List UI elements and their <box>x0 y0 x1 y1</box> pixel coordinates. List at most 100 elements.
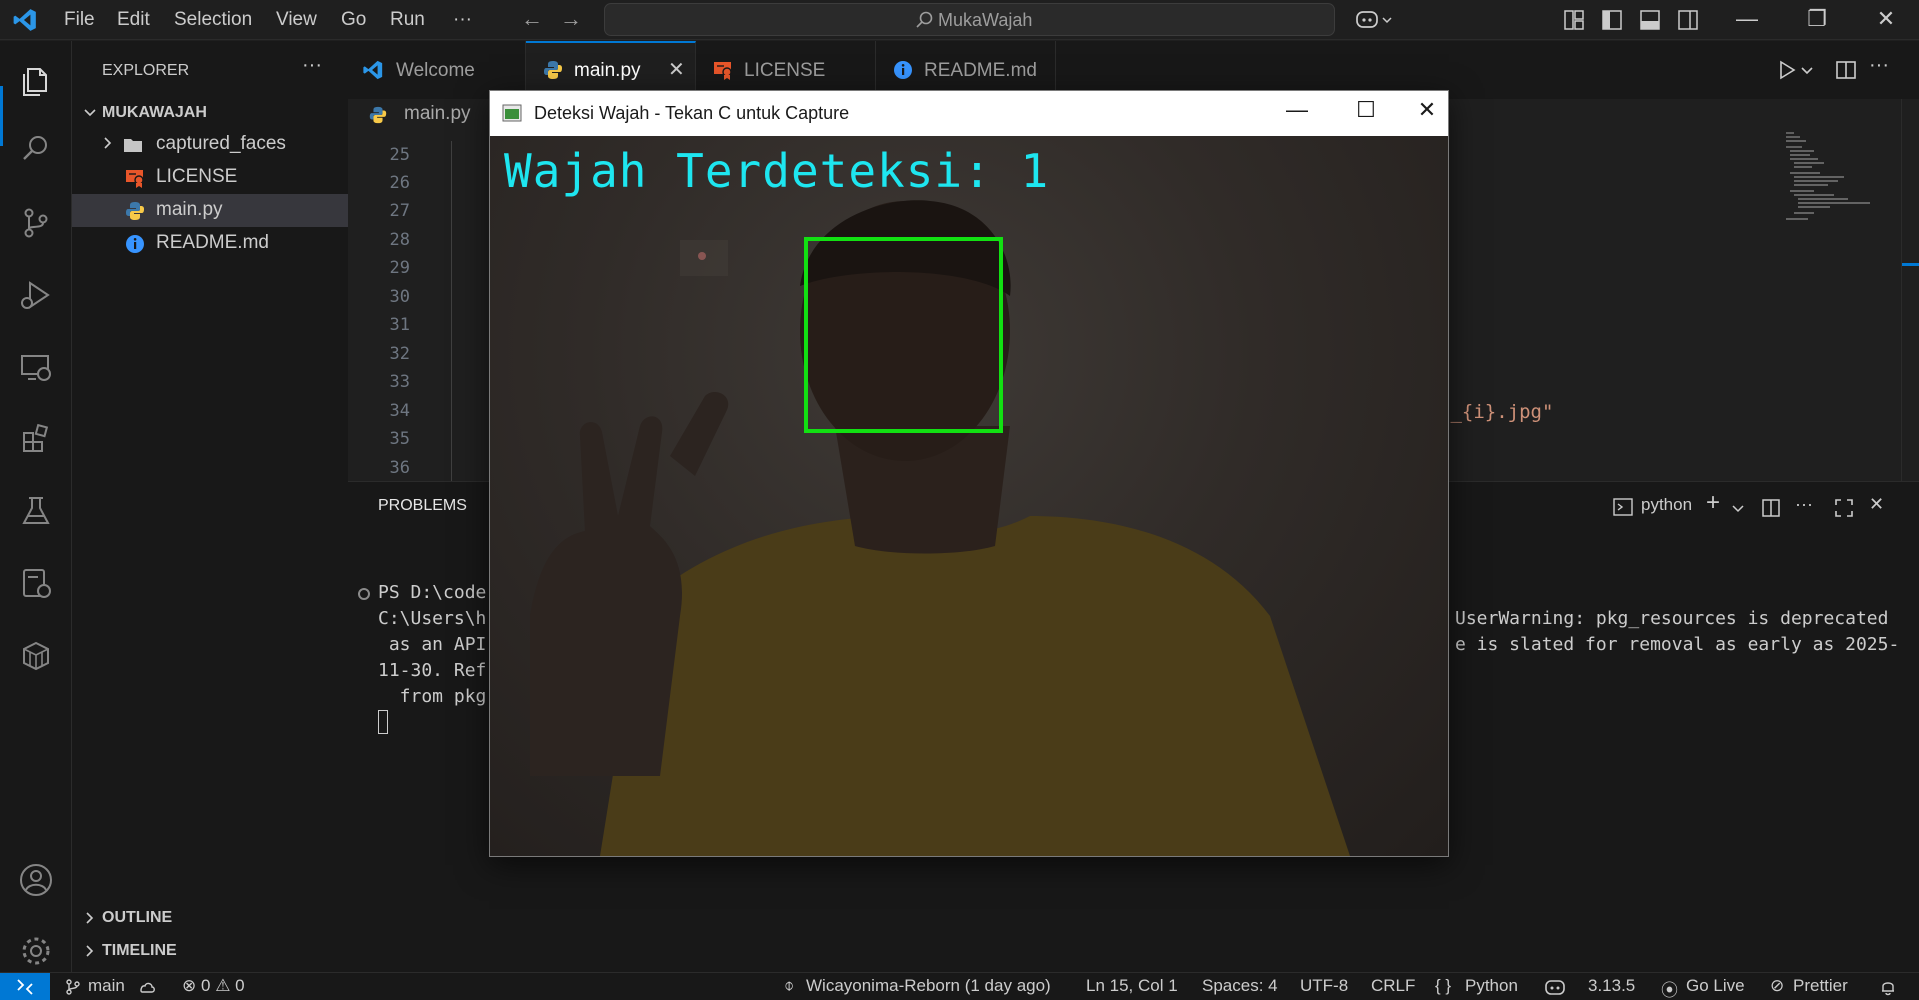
encoding[interactable]: UTF-8 <box>1300 976 1348 996</box>
close-window-icon[interactable]: ✕ <box>1864 6 1908 32</box>
activity-bar <box>0 41 72 972</box>
command-center-label: MukaWajah <box>938 10 1033 30</box>
line-number: 30 <box>389 287 410 307</box>
terminal-line: as an API <box>378 634 487 655</box>
customize-layout-icon[interactable] <box>1563 9 1585 31</box>
settings-gear-icon[interactable] <box>16 931 56 971</box>
git-blame[interactable]: Wicayonima-Reborn (1 day ago) <box>806 976 1051 996</box>
python-file-icon <box>544 61 562 79</box>
git-branch[interactable]: main <box>88 976 125 996</box>
terminal-line: UserWarning: pkg_resources is deprecated <box>1455 608 1889 629</box>
prettier-status[interactable]: Prettier <box>1793 976 1848 996</box>
explorer-more-button[interactable]: ··· <box>302 54 322 77</box>
close-panel-icon[interactable]: ✕ <box>1869 494 1884 515</box>
outline-section[interactable]: OUTLINE <box>72 902 348 935</box>
panel-more-icon[interactable]: ··· <box>1795 494 1813 515</box>
back-arrow-icon[interactable]: ← <box>521 6 543 32</box>
extensions-icon[interactable] <box>16 419 56 459</box>
chevron-right-icon <box>86 945 94 957</box>
tab-label: Welcome <box>396 60 475 81</box>
menu-go[interactable]: Go <box>341 9 366 31</box>
workspace-root[interactable]: MUKAWAJAH <box>72 97 348 130</box>
testing-icon[interactable] <box>16 491 56 531</box>
toggle-secondary-sidebar-icon[interactable] <box>1677 9 1699 31</box>
minimize-icon[interactable]: — <box>1725 6 1769 32</box>
source-control-icon[interactable] <box>16 203 56 243</box>
tree-item-label: README.md <box>156 232 269 253</box>
forward-arrow-icon[interactable]: → <box>560 6 582 32</box>
active-indicator <box>0 86 3 146</box>
toggle-panel-icon[interactable] <box>1639 9 1661 31</box>
menu-file[interactable]: File <box>64 9 95 31</box>
timeline-section[interactable]: TIMELINE <box>72 935 348 968</box>
tree-item-captured-faces[interactable]: captured_faces <box>72 128 348 161</box>
chevron-down-icon <box>84 109 96 117</box>
window-app-icon <box>502 104 522 122</box>
warning-icon: ⚠ <box>215 976 231 995</box>
indent-guide <box>451 141 452 481</box>
menu-run[interactable]: Run <box>390 9 425 31</box>
split-editor-icon[interactable] <box>1834 58 1858 82</box>
menu-selection[interactable]: Selection <box>174 9 252 31</box>
end-of-line[interactable]: CRLF <box>1371 976 1415 996</box>
info-icon <box>126 235 144 253</box>
editor-scrollbar[interactable] <box>1901 99 1919 481</box>
accounts-icon[interactable] <box>16 860 56 900</box>
face-detection-window[interactable]: Deteksi Wajah - Tekan C untuk Capture — … <box>489 90 1449 857</box>
tree-item-main-py[interactable]: main.py <box>72 194 348 227</box>
tab-problems[interactable]: PROBLEMS <box>378 497 467 515</box>
search-icon[interactable] <box>16 129 56 169</box>
remote-indicator[interactable] <box>0 973 50 1000</box>
chevron-down-icon[interactable] <box>1799 58 1815 82</box>
terminal-line: 11-30. Ref <box>378 660 487 681</box>
tree-item-license[interactable]: LICENSE <box>72 161 348 194</box>
tree-item-readme[interactable]: README.md <box>72 227 348 260</box>
minimap[interactable] <box>1784 129 1874 249</box>
python-version[interactable]: 3.13.5 <box>1588 976 1635 996</box>
copilot-status-icon[interactable] <box>1544 977 1566 997</box>
language-mode[interactable]: Python <box>1465 976 1518 996</box>
split-terminal-icon[interactable] <box>1760 497 1782 519</box>
explorer-icon[interactable] <box>16 61 56 101</box>
menu-more[interactable]: ··· <box>453 9 472 31</box>
webcam-frame: Wajah Terdeteksi: 1 <box>490 136 1448 856</box>
line-number: 33 <box>389 372 410 392</box>
editor-more-actions-icon[interactable]: ··· <box>1869 54 1889 77</box>
run-python-icon[interactable] <box>1775 58 1799 82</box>
toggle-primary-sidebar-icon[interactable] <box>1601 9 1623 31</box>
notifications-bell-icon[interactable] <box>1879 978 1897 996</box>
chevron-down-icon[interactable] <box>1731 502 1745 516</box>
cv-close-icon[interactable]: ✕ <box>1404 97 1450 123</box>
menu-view[interactable]: View <box>276 9 317 31</box>
terminal-name[interactable]: python <box>1641 495 1692 515</box>
terminal-line: C:\Users\h <box>378 608 487 629</box>
restore-icon[interactable]: ❐ <box>1795 6 1839 32</box>
cv-maximize-icon[interactable]: ☐ <box>1343 97 1389 123</box>
line-number: 27 <box>389 201 410 221</box>
command-center-search[interactable]: MukaWajah <box>604 3 1335 36</box>
run-debug-icon[interactable] <box>16 275 56 315</box>
prettier-icon: ⊘ <box>1770 976 1785 995</box>
cv-minimize-icon[interactable]: — <box>1274 97 1320 123</box>
breadcrumb-file[interactable]: main.py <box>404 103 471 125</box>
sync-cloud-icon[interactable] <box>137 978 157 996</box>
new-terminal-icon[interactable]: + <box>1706 489 1720 517</box>
remote-explorer-icon[interactable] <box>16 347 56 387</box>
outline-label: OUTLINE <box>102 909 173 926</box>
indentation[interactable]: Spaces: 4 <box>1202 976 1278 996</box>
menu-edit[interactable]: Edit <box>117 9 150 31</box>
copilot-icon[interactable] <box>1355 9 1395 31</box>
errors-indicator[interactable]: ⊗ 0 ⚠ 0 <box>182 976 245 996</box>
scrollbar-position-marker <box>1902 263 1919 266</box>
go-live-button[interactable]: Go Live <box>1686 976 1745 996</box>
containers-icon[interactable] <box>16 635 56 675</box>
error-icon: ⊗ <box>182 976 197 995</box>
maximize-panel-icon[interactable] <box>1833 497 1855 519</box>
cv-window-titlebar[interactable]: Deteksi Wajah - Tekan C untuk Capture — … <box>490 91 1448 136</box>
python-environments-icon[interactable] <box>16 563 56 603</box>
cursor-position[interactable]: Ln 15, Col 1 <box>1086 976 1178 996</box>
vscode-logo-icon <box>363 60 383 80</box>
tree-item-label: LICENSE <box>156 166 238 187</box>
line-number: 25 <box>389 145 410 165</box>
close-tab-icon[interactable]: ✕ <box>668 57 685 82</box>
